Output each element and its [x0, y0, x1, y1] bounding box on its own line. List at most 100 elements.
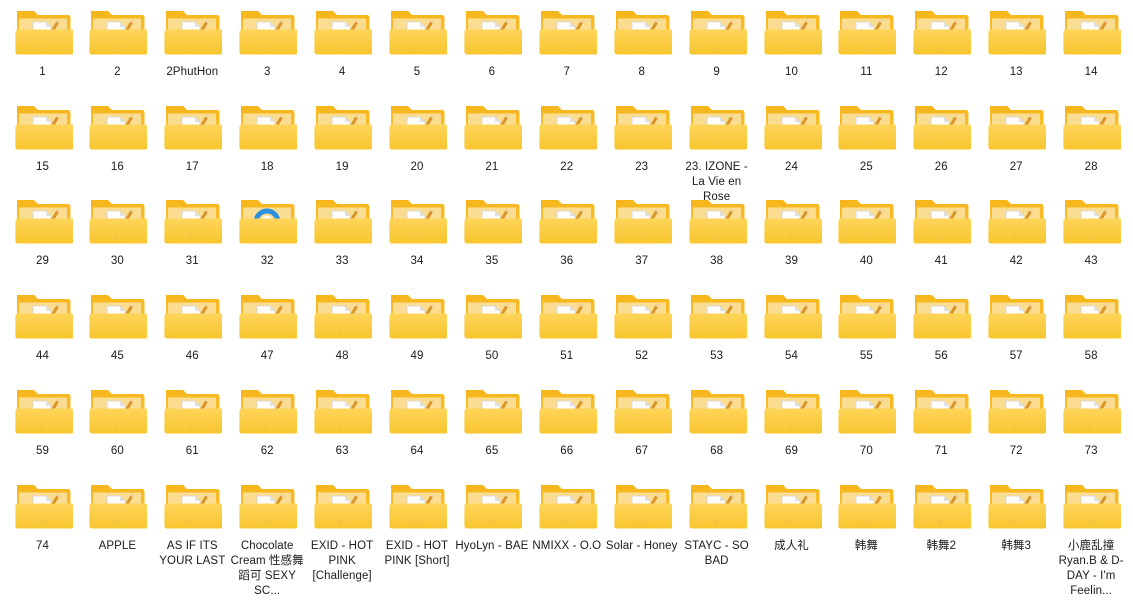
folder-document-icon[interactable] [1061, 478, 1121, 534]
folder-document-icon[interactable] [836, 288, 896, 344]
folder-document-icon[interactable] [312, 478, 372, 534]
folder-item[interactable]: 34 [380, 193, 454, 269]
folder-document-icon[interactable] [612, 478, 672, 534]
folder-item[interactable]: 53 [680, 288, 754, 364]
folder-item[interactable]: 63 [305, 383, 379, 459]
folder-item[interactable]: HyoLyn - BAE [455, 478, 529, 554]
folder-item[interactable]: 25 [829, 99, 903, 175]
folder-document-icon[interactable] [911, 193, 971, 249]
folder-document-icon[interactable] [387, 383, 447, 439]
folder-item[interactable]: 1 [6, 4, 80, 80]
folder-document-icon[interactable] [13, 99, 73, 155]
folder-document-icon[interactable] [162, 4, 222, 60]
folder-document-icon[interactable] [911, 99, 971, 155]
folder-document-icon[interactable] [312, 4, 372, 60]
folder-document-icon[interactable] [687, 478, 747, 534]
folder-item[interactable]: 24 [755, 99, 829, 175]
folder-document-icon[interactable] [1061, 288, 1121, 344]
folder-document-icon[interactable] [462, 383, 522, 439]
folder-document-icon[interactable] [986, 288, 1046, 344]
folder-item[interactable]: 36 [530, 193, 604, 269]
folder-item[interactable]: 74 [6, 478, 80, 554]
folder-item[interactable]: 49 [380, 288, 454, 364]
folder-document-icon[interactable] [836, 4, 896, 60]
folder-item[interactable]: 韩舞 [829, 478, 903, 554]
folder-item[interactable]: 67 [605, 383, 679, 459]
folder-item[interactable]: 2 [80, 4, 154, 80]
folder-item[interactable]: STAYC - SO BAD [680, 478, 754, 569]
folder-item[interactable]: 43 [1054, 193, 1128, 269]
folder-item[interactable]: 40 [829, 193, 903, 269]
folder-item[interactable]: 33 [305, 193, 379, 269]
folder-item[interactable]: 成人礼 [755, 478, 829, 554]
folder-document-icon[interactable] [87, 383, 147, 439]
folder-item[interactable]: 32 [230, 193, 304, 269]
folder-document-icon[interactable] [312, 193, 372, 249]
folder-item[interactable]: 51 [530, 288, 604, 364]
folder-document-icon[interactable] [462, 478, 522, 534]
folder-item[interactable]: EXID - HOT PINK [Challenge] [305, 478, 379, 584]
folder-document-icon[interactable] [537, 383, 597, 439]
folder-item[interactable]: 41 [904, 193, 978, 269]
folder-item[interactable]: 47 [230, 288, 304, 364]
folder-document-icon[interactable] [687, 193, 747, 249]
folder-item[interactable]: 2PhutHon [155, 4, 229, 80]
folder-document-icon[interactable] [537, 4, 597, 60]
folder-document-icon[interactable] [87, 478, 147, 534]
folder-document-icon[interactable] [612, 4, 672, 60]
folder-item[interactable]: 58 [1054, 288, 1128, 364]
folder-item[interactable]: 37 [605, 193, 679, 269]
folder-document-icon[interactable] [387, 99, 447, 155]
folder-item[interactable]: 27 [979, 99, 1053, 175]
folder-document-icon[interactable] [87, 4, 147, 60]
folder-document-icon[interactable] [762, 478, 822, 534]
folder-document-icon[interactable] [986, 478, 1046, 534]
folder-document-icon[interactable] [13, 4, 73, 60]
folder-document-icon[interactable] [537, 478, 597, 534]
folder-document-icon[interactable] [762, 383, 822, 439]
folder-item[interactable]: 19 [305, 99, 379, 175]
folder-item[interactable]: 14 [1054, 4, 1128, 80]
folder-document-icon[interactable] [537, 193, 597, 249]
folder-document-icon[interactable] [162, 478, 222, 534]
folder-item[interactable]: Solar - Honey [605, 478, 679, 554]
folder-item[interactable]: APPLE [80, 478, 154, 554]
folder-document-icon[interactable] [986, 99, 1046, 155]
folder-item[interactable]: 61 [155, 383, 229, 459]
folder-item[interactable]: 52 [605, 288, 679, 364]
folder-document-icon[interactable] [1061, 193, 1121, 249]
folder-document-icon[interactable] [762, 193, 822, 249]
folder-item[interactable]: 29 [6, 193, 80, 269]
folder-item[interactable]: 50 [455, 288, 529, 364]
folder-item[interactable]: 55 [829, 288, 903, 364]
folder-item[interactable]: 23 [605, 99, 679, 175]
folder-item[interactable]: 12 [904, 4, 978, 80]
folder-document-icon[interactable] [13, 288, 73, 344]
folder-item[interactable]: 4 [305, 4, 379, 80]
folder-item[interactable]: 10 [755, 4, 829, 80]
folder-item[interactable]: EXID - HOT PINK [Short] [380, 478, 454, 569]
folder-item[interactable]: 18 [230, 99, 304, 175]
folder-item[interactable]: 5 [380, 4, 454, 80]
folder-document-icon[interactable] [13, 193, 73, 249]
folder-item[interactable]: 66 [530, 383, 604, 459]
folder-document-icon[interactable] [237, 4, 297, 60]
folder-document-icon[interactable] [537, 288, 597, 344]
folder-item[interactable]: 6 [455, 4, 529, 80]
folder-item[interactable]: 68 [680, 383, 754, 459]
folder-document-icon[interactable] [87, 193, 147, 249]
folder-document-icon[interactable] [911, 478, 971, 534]
folder-item[interactable]: 39 [755, 193, 829, 269]
folder-item[interactable]: 57 [979, 288, 1053, 364]
folder-document-icon[interactable] [836, 478, 896, 534]
folder-document-icon[interactable] [911, 288, 971, 344]
folder-item[interactable]: 7 [530, 4, 604, 80]
folder-item[interactable]: 72 [979, 383, 1053, 459]
folder-document-icon[interactable] [162, 99, 222, 155]
folder-document-icon[interactable] [462, 4, 522, 60]
folder-item[interactable]: 31 [155, 193, 229, 269]
folder-document-icon[interactable] [762, 99, 822, 155]
folder-item[interactable]: 44 [6, 288, 80, 364]
folder-document-icon[interactable] [687, 383, 747, 439]
folder-document-icon[interactable] [312, 383, 372, 439]
